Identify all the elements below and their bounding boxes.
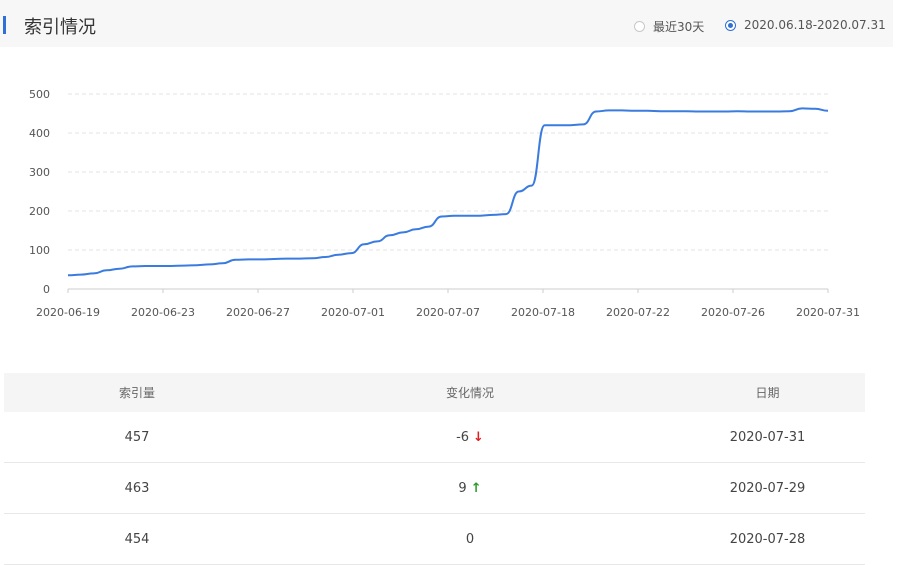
x-tick-label: 2020-07-01 [321,306,385,319]
index-table: 索引量 变化情况 日期 457 -6 ↓ 2020-07-31 463 9 ↑ 20… [4,373,865,565]
y-tick-label: 500 [29,88,50,101]
cell-count: 454 [124,531,150,547]
radio-icon-30days[interactable] [634,21,645,32]
range-option-30days[interactable]: 最近30天 [634,18,704,35]
cell-count: 457 [124,429,150,445]
table-header-row: 索引量 变化情况 日期 [4,373,865,412]
title-accent-bar [3,16,6,34]
col-header-date: 日期 [755,386,780,400]
cell-change: 0 [270,532,670,547]
range-option-custom-label: 2020.06.18-2020.07.31 [744,18,886,32]
x-tick-label: 2020-07-18 [511,306,575,319]
y-tick-label: 300 [29,166,50,179]
x-tick-label: 2020-07-07 [416,306,480,319]
y-tick-label: 100 [29,244,50,257]
col-header-count: 索引量 [118,386,155,400]
range-option-custom[interactable]: 2020.06.18-2020.07.31 [725,18,886,32]
index-line-chart: 0 100 200 300 400 500 2020-06-19 2020-06-23 2020… [29,88,860,319]
table-row: 463 9 ↑ 2020-07-29 [4,463,865,514]
header-bar: 索引情况 最近30天 2020.06.18-2020.07.31 [0,0,893,47]
x-tick-label: 2020-07-31 [796,306,860,319]
arrow-down-icon: ↓ [473,429,484,445]
y-tick-label: 200 [29,205,50,218]
table-row: 454 0 2020-07-28 [4,514,865,565]
table-row: 457 -6 ↓ 2020-07-31 [4,412,865,463]
cell-date: 2020-07-29 [729,480,806,496]
y-tick-label: 400 [29,127,50,140]
cell-count: 463 [124,480,150,496]
x-tick-label: 2020-07-22 [606,306,670,319]
x-tick-label: 2020-06-23 [131,306,195,319]
cell-change: -6 ↓ [270,430,670,445]
col-header-change: 变化情况 [445,386,494,400]
y-tick-label: 0 [43,283,50,296]
change-value: 0 [465,531,475,547]
change-value: 9 [458,480,467,496]
x-tick-label: 2020-07-26 [701,306,765,319]
page-title: 索引情况 [24,17,96,38]
change-value: -6 [456,429,470,445]
cell-date: 2020-07-31 [729,429,806,445]
x-tick-label: 2020-06-27 [226,306,290,319]
radio-icon-custom[interactable] [725,19,736,31]
cell-change: 9 ↑ [270,481,670,496]
cell-date: 2020-07-28 [729,531,806,547]
arrow-up-icon: ↑ [470,480,482,496]
x-tick-label: 2020-06-19 [36,306,100,319]
range-option-30days-label: 最近30天 [653,20,705,34]
